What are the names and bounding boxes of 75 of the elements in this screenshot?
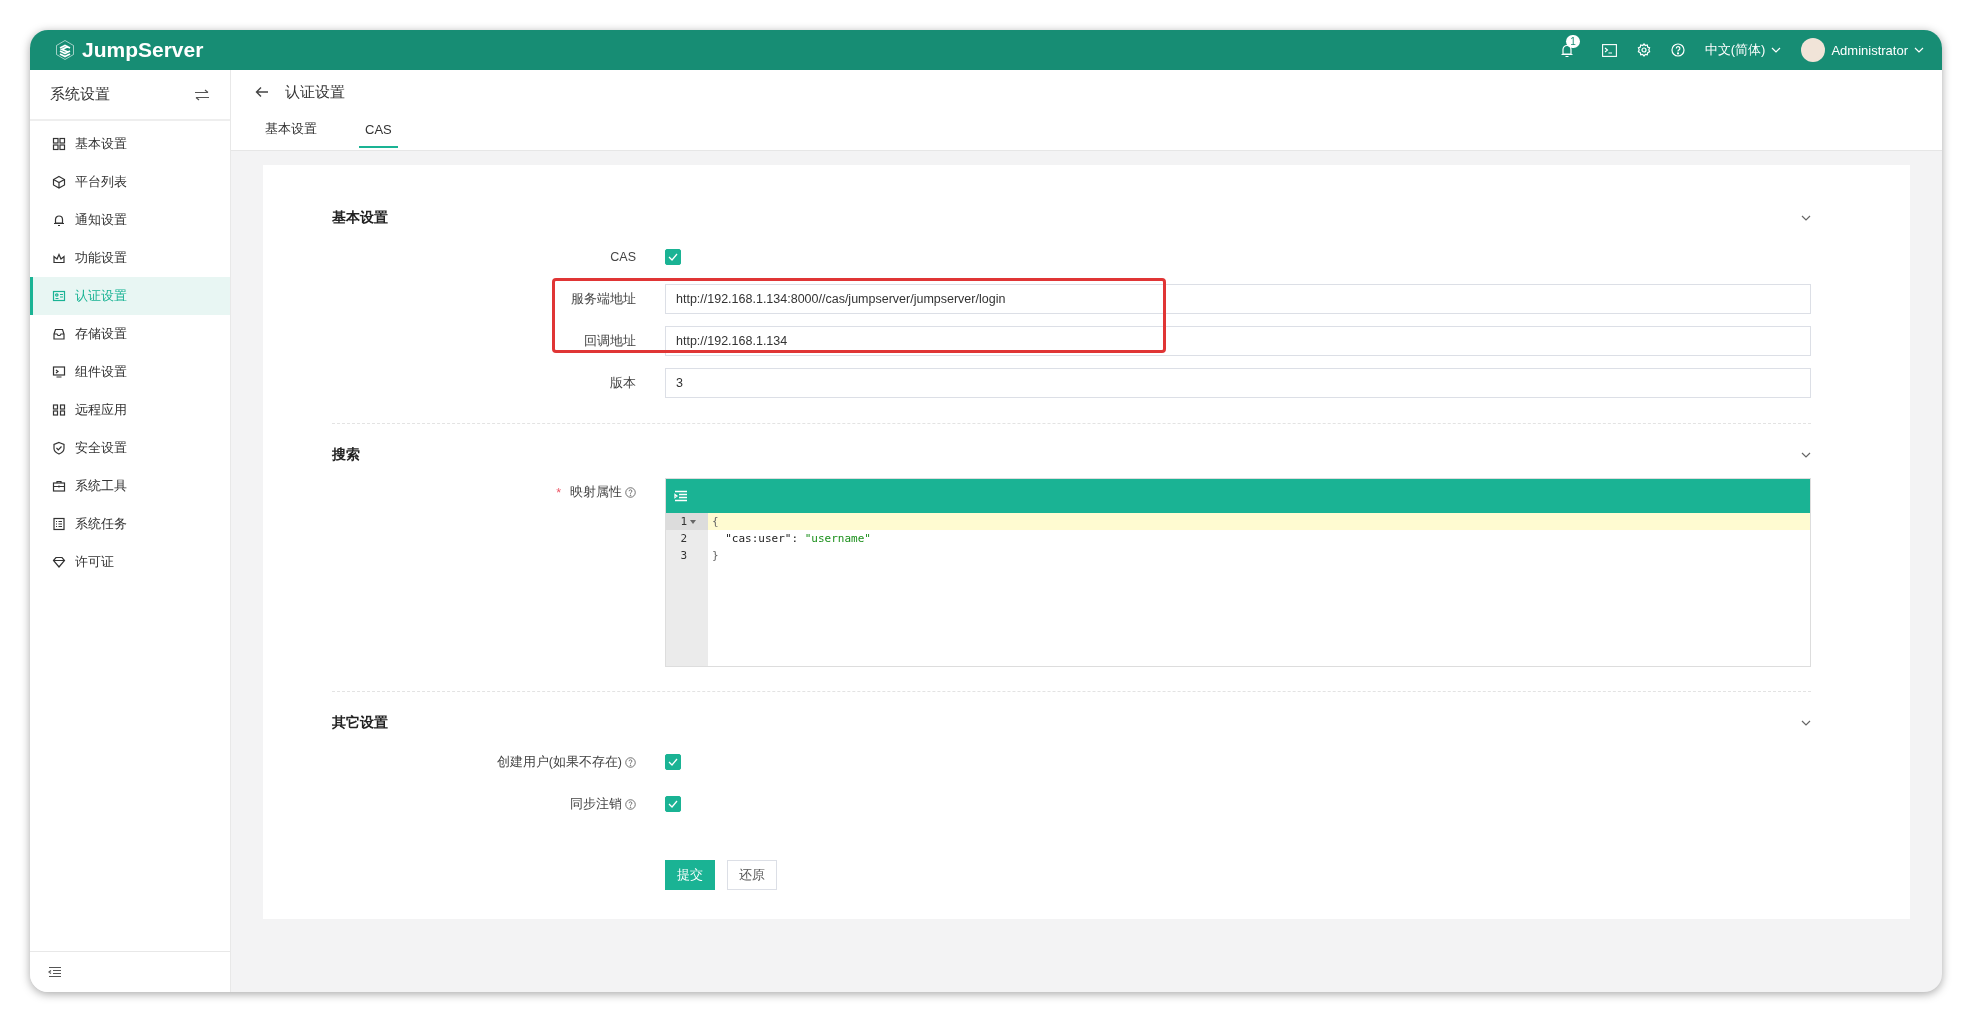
field-label: 创建用户(如果不存在) — [496, 753, 622, 771]
toolbox-icon — [52, 479, 66, 493]
help-icon[interactable] — [625, 487, 636, 498]
field-label: CAS — [610, 250, 636, 264]
sidebar-item[interactable]: 远程应用 — [30, 391, 230, 429]
id-card-icon — [52, 289, 66, 303]
collapse-chevron-icon — [1801, 720, 1811, 726]
chevron-down-icon — [1914, 47, 1924, 53]
field-label: 映射属性 — [570, 484, 622, 501]
field-label: 服务端地址 — [571, 290, 636, 308]
brand-name: JumpServer — [82, 38, 204, 62]
check-icon — [668, 758, 678, 766]
tab[interactable]: CAS — [359, 114, 398, 148]
text-field[interactable]: http://192.168.1.134:8000//cas/jumpserver/jumpserver/login — [665, 284, 1811, 314]
avatar — [1801, 38, 1826, 62]
settings-icon[interactable] — [1636, 43, 1651, 57]
inbox-icon — [52, 327, 66, 341]
tab[interactable]: 基本设置 — [259, 114, 323, 148]
text-field[interactable]: http://192.168.1.134 — [665, 326, 1811, 356]
back-arrow-icon[interactable] — [255, 86, 269, 98]
help-icon[interactable] — [625, 756, 636, 768]
help-icon[interactable] — [625, 798, 636, 810]
monitor-icon — [52, 365, 66, 379]
sidebar-item[interactable]: 通知设置 — [30, 201, 230, 239]
fold-caret-icon[interactable] — [690, 519, 696, 524]
sidebar-item[interactable]: 安全设置 — [30, 429, 230, 467]
line-number: 3 — [680, 548, 687, 564]
list-icon — [52, 517, 66, 531]
field-label: 版本 — [610, 374, 636, 392]
crown-icon — [52, 251, 66, 265]
sidebar-item[interactable]: 平台列表 — [30, 163, 230, 201]
check-icon — [668, 800, 678, 808]
bell-icon — [52, 213, 66, 227]
cube-icon — [52, 175, 66, 189]
reset-button[interactable]: 还原 — [727, 860, 777, 890]
diamond-icon — [52, 555, 66, 569]
sidebar-item[interactable]: 存储设置 — [30, 315, 230, 353]
apps-icon — [52, 403, 66, 417]
collapse-chevron-icon — [1801, 215, 1811, 221]
sidebar-item[interactable]: 系统工具 — [30, 467, 230, 505]
text-field[interactable]: 3 — [665, 368, 1811, 398]
checkbox[interactable] — [665, 796, 681, 812]
code-editor[interactable]: 1 2 3 { "cas:user": "username" } — [665, 478, 1811, 667]
collapse-chevron-icon — [1801, 452, 1811, 458]
line-number: 2 — [680, 531, 687, 547]
terminal-icon[interactable] — [1601, 43, 1617, 57]
page-title: 认证设置 — [285, 82, 345, 102]
section-title: 其它设置 — [332, 714, 388, 732]
logo-icon — [54, 39, 76, 61]
chevron-down-icon — [1771, 47, 1782, 53]
grid-icon — [52, 137, 66, 151]
line-number: 1 — [680, 514, 687, 530]
menu-icon[interactable] — [48, 966, 62, 978]
check-icon — [668, 253, 678, 261]
section-title: 搜索 — [332, 446, 360, 464]
sidebar-item[interactable]: 功能设置 — [30, 239, 230, 277]
code-line: } — [711, 548, 720, 564]
sidebar-title: 系统设置 — [50, 85, 110, 104]
sidebar-item[interactable]: 系统任务 — [30, 505, 230, 543]
shield-icon — [52, 441, 66, 455]
format-icon[interactable] — [674, 489, 688, 503]
sidebar-item[interactable]: 基本设置 — [30, 125, 230, 163]
section-title: 基本设置 — [332, 209, 388, 227]
notification-badge: 1 — [1566, 34, 1580, 48]
sidebar-item[interactable]: 组件设置 — [30, 353, 230, 391]
code-line: "cas:user": "username" — [724, 531, 872, 547]
swap-icon[interactable] — [194, 88, 210, 101]
field-label: 同步注销 — [570, 795, 622, 813]
required-mark: * — [556, 485, 561, 500]
checkbox[interactable] — [665, 754, 681, 770]
user-menu[interactable]: Administrator — [1801, 38, 1924, 62]
checkbox[interactable] — [665, 249, 681, 265]
sidebar-item[interactable]: 许可证 — [30, 543, 230, 581]
field-label: 回调地址 — [584, 332, 636, 350]
language-selector[interactable]: 中文(简体) — [1704, 41, 1782, 59]
